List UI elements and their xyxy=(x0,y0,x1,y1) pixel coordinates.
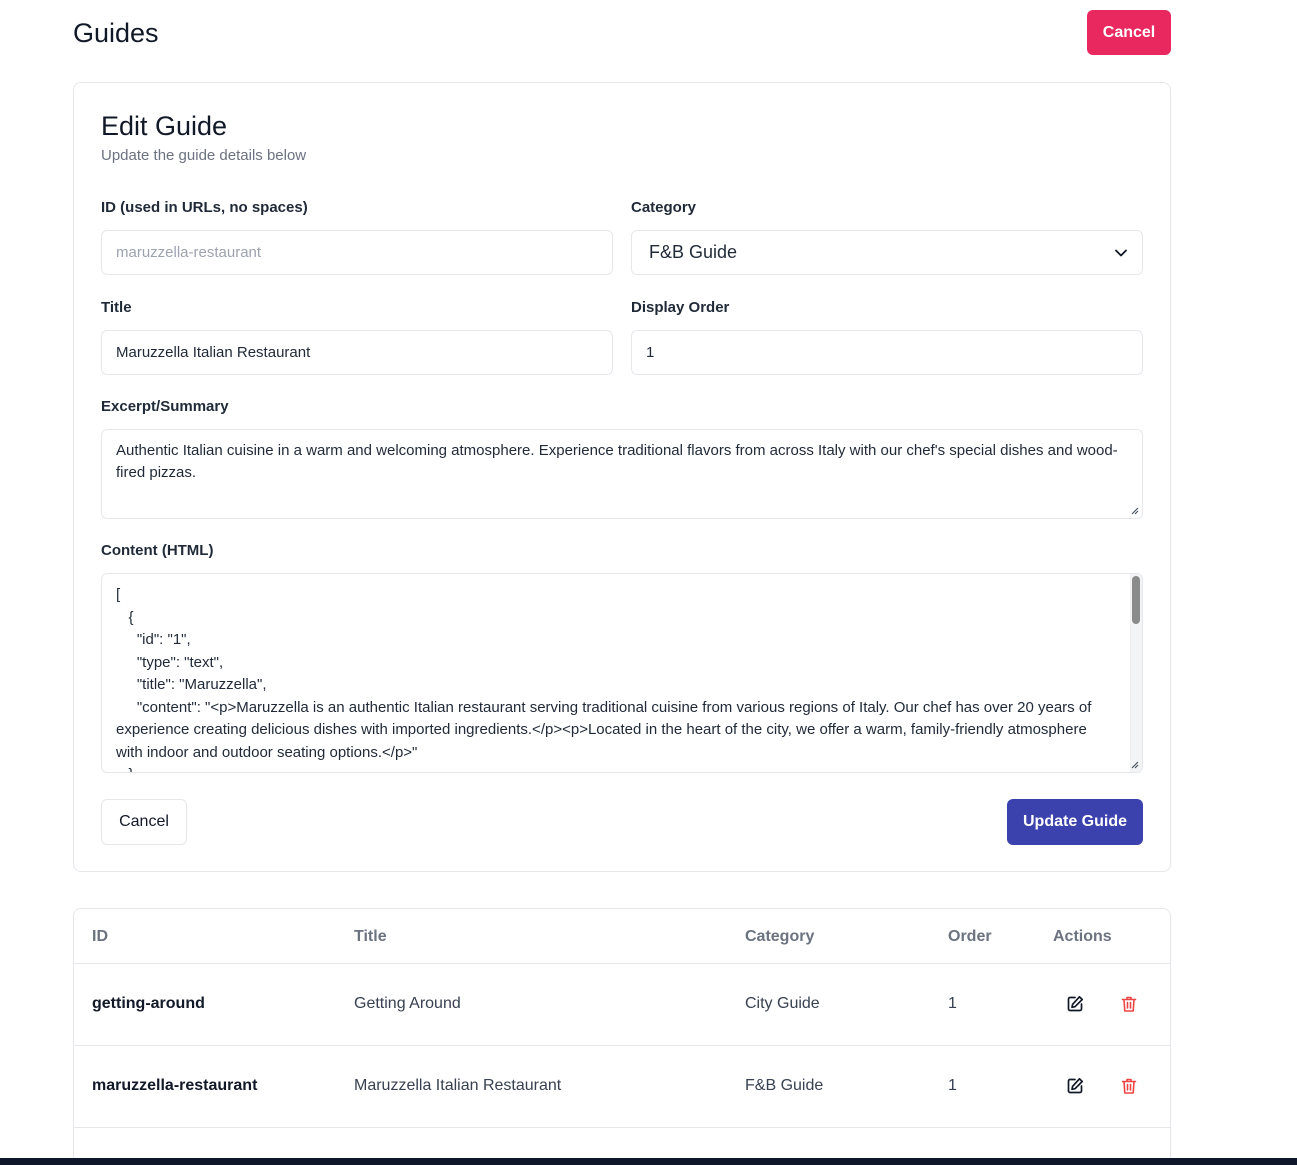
excerpt-label: Excerpt/Summary xyxy=(101,398,229,415)
cell-id: maruzzella-restaurant xyxy=(92,1077,258,1094)
page-header: Guides Cancel xyxy=(73,10,1171,55)
category-select[interactable]: F&B Guide xyxy=(631,230,1143,275)
form-cancel-button[interactable]: Cancel xyxy=(101,799,187,845)
content-scrollbar-thumb[interactable] xyxy=(1132,576,1140,624)
content-text: [ { "id": "1", "type": "text", "title": … xyxy=(116,586,1092,772)
resize-handle-icon[interactable] xyxy=(1129,759,1139,769)
display-order-input[interactable]: 1 xyxy=(631,330,1143,375)
form-title: Edit Guide xyxy=(101,111,228,141)
guides-table: ID Title Category Order Actions getting-… xyxy=(73,908,1171,1165)
table-row: maruzzella-restaurant Maruzzella Italian… xyxy=(74,1045,1170,1127)
excerpt-text: Authentic Italian cuisine in a warm and … xyxy=(116,442,1118,481)
cell-title: Maruzzella Italian Restaurant xyxy=(354,1077,562,1094)
column-header-actions: Actions xyxy=(1053,928,1112,945)
id-input[interactable]: maruzzella-restaurant xyxy=(101,230,613,275)
excerpt-textarea[interactable]: Authentic Italian cuisine in a warm and … xyxy=(101,429,1143,519)
trash-icon[interactable] xyxy=(1119,1076,1139,1096)
cell-id: getting-around xyxy=(92,995,205,1012)
edit-guide-form: Edit Guide Update the guide details belo… xyxy=(73,82,1171,872)
column-header-id: ID xyxy=(92,928,108,945)
bottom-bar xyxy=(0,1158,1297,1165)
form-subtitle: Update the guide details below xyxy=(101,147,307,164)
column-header-category: Category xyxy=(745,928,815,945)
edit-icon[interactable] xyxy=(1065,1076,1085,1096)
content-label: Content (HTML) xyxy=(101,542,214,559)
order-label: Display Order xyxy=(631,299,730,316)
content-textarea[interactable]: [ { "id": "1", "type": "text", "title": … xyxy=(101,573,1143,773)
update-guide-button[interactable]: Update Guide xyxy=(1007,799,1143,845)
content-scrollbar[interactable] xyxy=(1130,574,1142,772)
table-row: getting-around Getting Around City Guide… xyxy=(74,963,1170,1045)
cell-order: 1 xyxy=(948,995,957,1012)
cell-title: Getting Around xyxy=(354,995,461,1012)
cell-category: City Guide xyxy=(745,995,820,1012)
category-selected-value: F&B Guide xyxy=(649,242,738,262)
title-label: Title xyxy=(101,299,132,316)
header-cancel-button[interactable]: Cancel xyxy=(1087,10,1171,55)
column-header-title: Title xyxy=(354,928,387,945)
cell-order: 1 xyxy=(948,1077,957,1094)
resize-handle-icon[interactable] xyxy=(1129,505,1139,515)
category-label: Category xyxy=(631,199,697,216)
column-header-order: Order xyxy=(948,928,992,945)
chevron-down-icon xyxy=(1115,249,1127,256)
trash-icon[interactable] xyxy=(1119,994,1139,1014)
title-input[interactable]: Maruzzella Italian Restaurant xyxy=(101,330,613,375)
edit-icon[interactable] xyxy=(1065,994,1085,1014)
id-label: ID (used in URLs, no spaces) xyxy=(101,199,308,216)
cell-category: F&B Guide xyxy=(745,1077,824,1094)
page-title: Guides xyxy=(73,18,159,48)
